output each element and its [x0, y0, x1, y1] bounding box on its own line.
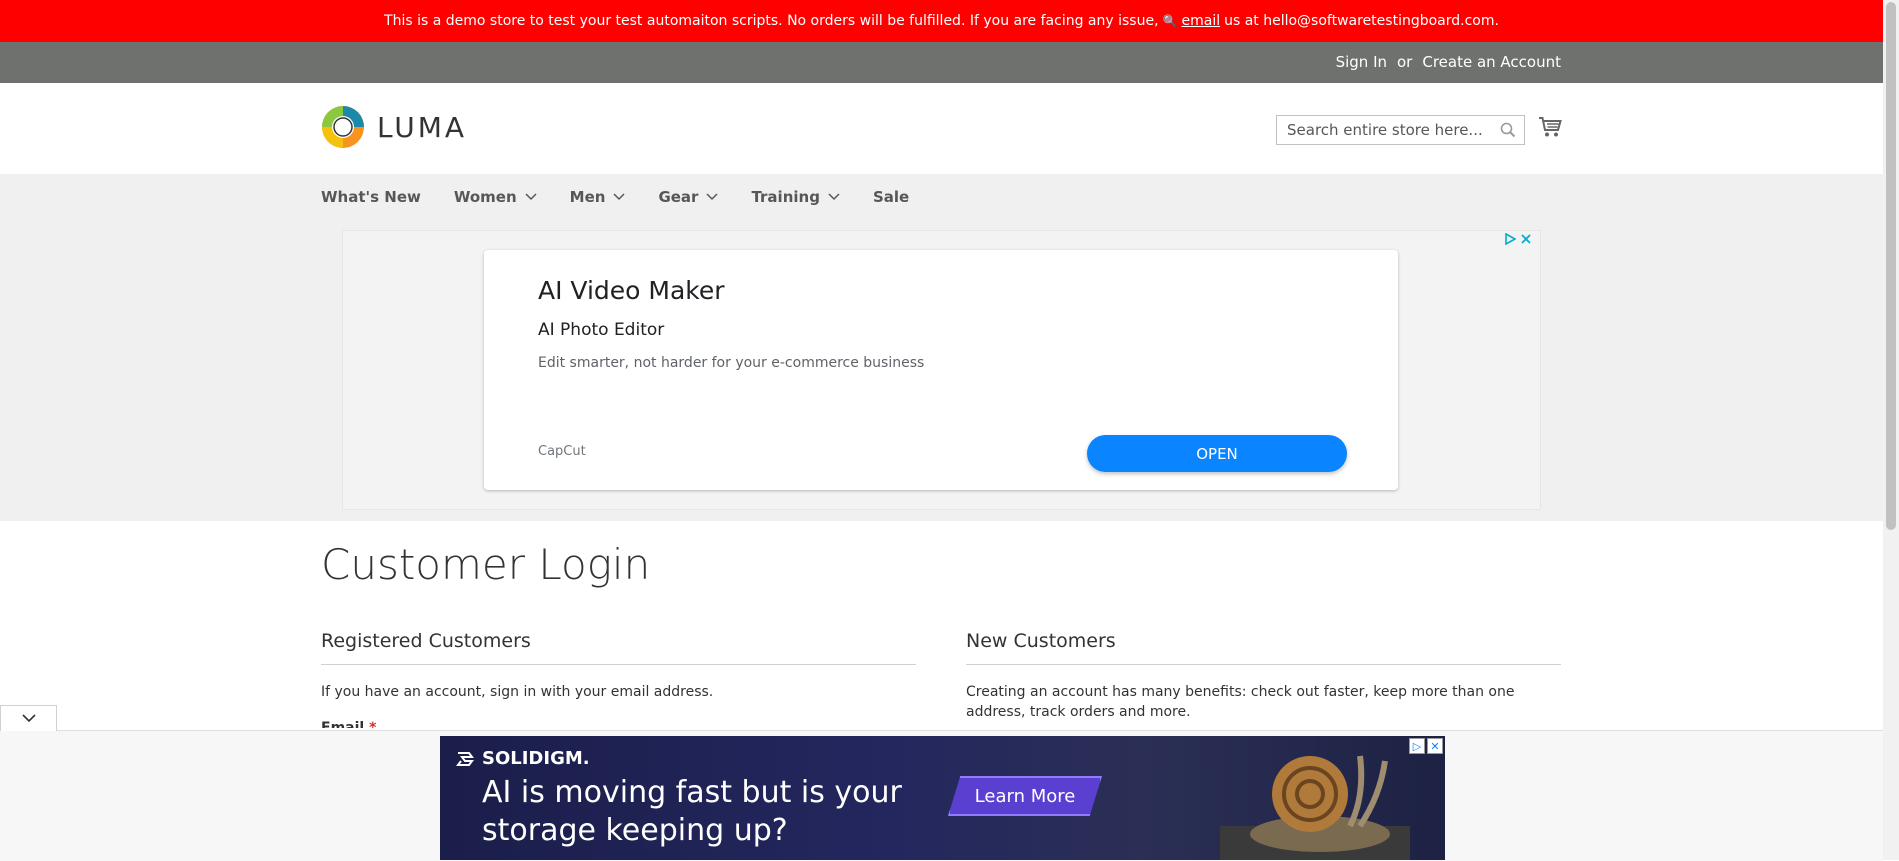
adchoices-icon[interactable]: [1504, 233, 1516, 245]
site-header: LUMA: [0, 83, 1883, 174]
demo-notice-text-after: us at hello@softwaretestingboard.com.: [1224, 13, 1499, 29]
demo-email-link[interactable]: email: [1181, 13, 1220, 29]
ad-subtitle: AI Photo Editor: [538, 320, 665, 340]
nav-item-label: Men: [569, 188, 606, 206]
nav-item-women[interactable]: Women: [454, 188, 537, 206]
nav-item-label: What's New: [321, 188, 421, 206]
luma-logo[interactable]: LUMA: [321, 105, 467, 149]
nav-item-sale[interactable]: Sale: [873, 188, 909, 206]
search-input[interactable]: [1277, 116, 1507, 144]
page-scrollbar[interactable]: [1883, 0, 1899, 860]
or-separator: or: [1397, 53, 1413, 71]
nav-item-label: Training: [751, 188, 820, 206]
ad-choices: [1504, 233, 1532, 245]
chevron-down-icon: [21, 714, 36, 723]
chevron-down-icon: [828, 193, 840, 201]
chevron-down-icon: [706, 193, 718, 201]
snail-image: [1220, 755, 1410, 860]
ad-description: Edit smarter, not harder for your e-comm…: [538, 355, 925, 371]
ad-open-button[interactable]: OPEN: [1087, 435, 1347, 472]
chevron-down-icon: [613, 193, 625, 201]
scrollbar-thumb[interactable]: [1886, 2, 1896, 530]
account-bar: Sign In or Create an Account: [0, 42, 1883, 83]
nav-item-whats-new[interactable]: What's New: [321, 188, 421, 206]
learn-more-button[interactable]: Learn More: [948, 776, 1102, 816]
bottom-ad-brand-text: SOLIDIGM.: [482, 748, 590, 769]
close-icon[interactable]: [1520, 233, 1532, 245]
bottom-ad-controls: ▷ ✕: [1409, 738, 1443, 754]
email-label: Email *: [321, 720, 376, 728]
nav-item-label: Sale: [872, 188, 910, 206]
demo-notice-bar: This is a demo store to test your test a…: [0, 0, 1883, 42]
nav-item-gear[interactable]: Gear: [658, 188, 718, 206]
logo-text: LUMA: [377, 110, 468, 144]
page-title: Customer Login: [321, 540, 651, 589]
nav-item-training[interactable]: Training: [751, 188, 840, 206]
collapse-ad-button[interactable]: [0, 705, 57, 731]
search-box: [1276, 115, 1525, 145]
email-label-text: Email: [321, 720, 365, 728]
bottom-ad-brand: SOLIDIGM.: [454, 748, 590, 769]
bottom-ad-headline: AI is moving fast but is your storage ke…: [482, 775, 902, 848]
solidigm-logo-icon: [456, 751, 474, 766]
chevron-down-icon: [525, 193, 537, 201]
key-icon: 🔍: [1162, 14, 1178, 28]
nav-item-men[interactable]: Men: [570, 188, 626, 206]
adchoices-icon[interactable]: ▷: [1409, 738, 1425, 754]
bottom-ad-banner[interactable]: SOLIDIGM. AI is moving fast but is your …: [440, 736, 1445, 860]
create-account-link[interactable]: Create an Account: [1422, 53, 1561, 71]
new-customers-text: Creating an account has many benefits: c…: [966, 684, 1515, 720]
ad-title[interactable]: AI Video Maker: [538, 276, 725, 305]
demo-notice-text: This is a demo store to test your test a…: [384, 13, 1159, 29]
new-customers-title: New Customers: [966, 630, 1561, 665]
account-links: Sign In or Create an Account: [1336, 53, 1561, 71]
cart-icon[interactable]: [1538, 116, 1562, 138]
registered-customers-text: If you have an account, sign in with you…: [321, 684, 714, 700]
sign-in-link[interactable]: Sign In: [1336, 53, 1387, 71]
nav-item-label: Gear: [658, 188, 699, 206]
required-mark: *: [369, 720, 377, 728]
luma-logo-icon: [322, 106, 364, 148]
close-icon[interactable]: ✕: [1427, 738, 1443, 754]
registered-customers-title: Registered Customers: [321, 630, 916, 665]
nav-item-label: Women: [453, 188, 517, 206]
ad-card[interactable]: AI Video Maker AI Photo Editor Edit smar…: [484, 250, 1398, 490]
ad-brand: CapCut: [538, 444, 586, 459]
nav-menu: What's New Women Men Gear Training Sale: [321, 188, 942, 206]
search-icon[interactable]: [1500, 122, 1516, 138]
